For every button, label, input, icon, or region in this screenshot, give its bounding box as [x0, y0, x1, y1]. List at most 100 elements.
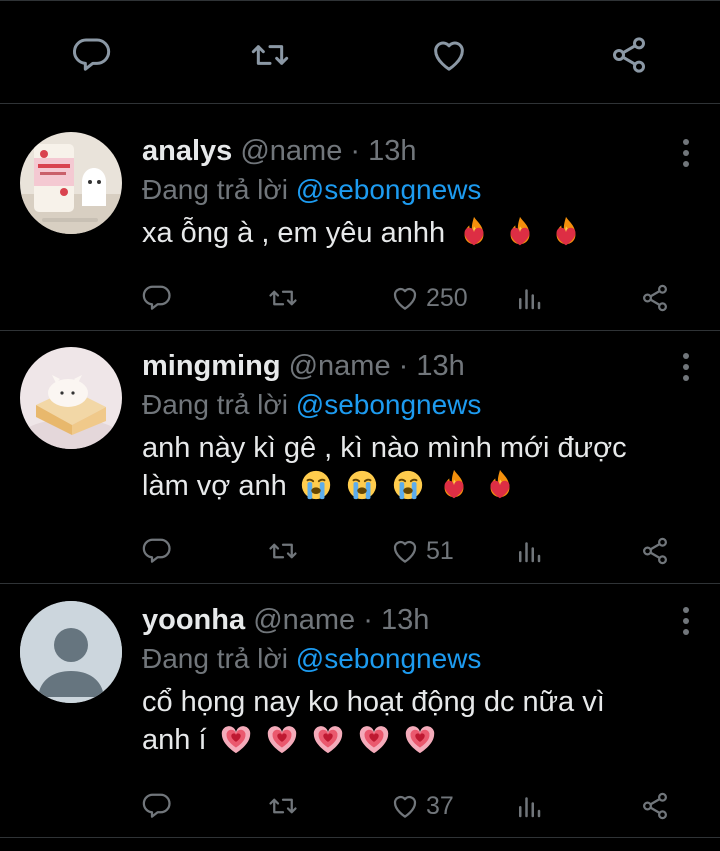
comment-icon: [142, 536, 172, 566]
heart-icon: [429, 35, 469, 75]
default-profile-icon: [20, 601, 122, 703]
growing-heart-emoji: [219, 722, 253, 756]
separator: ·: [363, 604, 373, 636]
like-button[interactable]: 250: [390, 280, 468, 316]
tweet-header: mingming @name · 13h: [142, 349, 690, 383]
share-button[interactable]: [640, 788, 670, 824]
replying-to-label: Đang trả lời: [142, 174, 288, 205]
reply-tweet[interactable]: yoonha @name · 13h Đang trả lời @sebongn…: [0, 584, 720, 838]
tweet-text-line-with-emoji: làm vợ anh: [142, 467, 690, 505]
like-count: 250: [426, 283, 468, 312]
avatar-image: [20, 132, 122, 234]
like-button[interactable]: 37: [390, 788, 454, 824]
tweet-text-line: cổ họng nay ko hoạt động dc nữa vì: [142, 686, 605, 718]
tweet-text: anh này kì gê , kì nào mình mới được làm…: [142, 429, 690, 505]
growing-heart-emoji: [357, 722, 391, 756]
heart-icon: [390, 791, 420, 821]
share-button[interactable]: [608, 34, 650, 76]
retweet-icon: [268, 791, 298, 821]
heart-on-fire-emoji: [483, 468, 517, 502]
heart-on-fire-emoji: [437, 468, 471, 502]
tweet-actions: 51: [142, 533, 682, 569]
share-icon: [640, 536, 670, 566]
loudly-crying-emoji: [299, 468, 333, 502]
retweet-button[interactable]: [268, 533, 298, 569]
analytics-button[interactable]: [514, 280, 544, 316]
like-button[interactable]: 51: [390, 533, 454, 569]
share-icon: [640, 791, 670, 821]
tweet-text-line: làm vợ anh: [142, 470, 287, 502]
replying-to-label: Đang trả lời: [142, 389, 288, 420]
loudly-crying-emoji: [345, 468, 379, 502]
retweet-icon: [250, 35, 290, 75]
comment-icon: [142, 791, 172, 821]
tweet-text: xa ỗng à , em yêu anhh: [142, 214, 690, 252]
separator: ·: [350, 135, 361, 167]
replying-to-label: Đang trả lời: [142, 643, 288, 674]
like-button[interactable]: [428, 34, 470, 76]
user-handle[interactable]: @name: [289, 350, 391, 382]
comment-icon: [142, 283, 172, 313]
avatar-image: [20, 347, 122, 449]
retweet-icon: [268, 283, 298, 313]
comment-icon: [72, 35, 112, 75]
mention-link[interactable]: @sebongnews: [296, 643, 482, 674]
replying-to: Đang trả lời @sebongnews: [142, 641, 690, 677]
tweet-text-line-with-emoji: anh í: [142, 721, 690, 759]
tweet-actions: 250: [142, 280, 682, 316]
separator: ·: [398, 350, 409, 382]
tweet-header: yoonha @name · 13h: [142, 603, 690, 637]
reply-button[interactable]: [71, 34, 113, 76]
timestamp[interactable]: 13h: [381, 604, 429, 636]
growing-heart-emoji: [311, 722, 345, 756]
retweet-button[interactable]: [268, 280, 298, 316]
user-handle[interactable]: @name: [240, 135, 342, 167]
analytics-icon: [514, 536, 544, 566]
share-icon: [640, 283, 670, 313]
heart-icon: [390, 283, 420, 313]
retweet-button[interactable]: [249, 34, 291, 76]
analytics-button[interactable]: [514, 788, 544, 824]
share-icon: [609, 35, 649, 75]
avatar[interactable]: [20, 132, 122, 234]
reply-button[interactable]: [142, 280, 172, 316]
analytics-button[interactable]: [514, 533, 544, 569]
like-count: 51: [426, 536, 454, 565]
growing-heart-emoji: [265, 722, 299, 756]
tweet-text: cổ họng nay ko hoạt động dc nữa vì anh í: [142, 683, 690, 759]
tweet-header: analys @name · 13h: [142, 134, 690, 168]
heart-on-fire-emoji: [503, 215, 537, 249]
retweet-button[interactable]: [268, 788, 298, 824]
heart-icon: [390, 536, 420, 566]
tweet-text-body: xa ỗng à , em yêu anhh: [142, 217, 446, 249]
tweet-actions: 37: [142, 788, 682, 824]
loudly-crying-emoji: [391, 468, 425, 502]
avatar[interactable]: [20, 347, 122, 449]
tweet-text-line: anh này kì gê , kì nào mình mới được: [142, 432, 627, 464]
analytics-icon: [514, 283, 544, 313]
heart-on-fire-emoji: [457, 215, 491, 249]
timestamp[interactable]: 13h: [368, 135, 416, 167]
parent-tweet-actions: [0, 0, 720, 104]
timestamp[interactable]: 13h: [416, 350, 464, 382]
tweet-text-line: anh í: [142, 724, 207, 756]
avatar[interactable]: [20, 601, 122, 703]
user-handle[interactable]: @name: [253, 604, 355, 636]
share-button[interactable]: [640, 280, 670, 316]
replying-to: Đang trả lời @sebongnews: [142, 172, 690, 208]
share-button[interactable]: [640, 533, 670, 569]
retweet-icon: [268, 536, 298, 566]
mention-link[interactable]: @sebongnews: [296, 174, 482, 205]
like-count: 37: [426, 791, 454, 820]
mention-link[interactable]: @sebongnews: [296, 389, 482, 420]
reply-tweet[interactable]: mingming @name · 13h Đang trả lời @sebon…: [0, 331, 720, 584]
reply-button[interactable]: [142, 788, 172, 824]
heart-on-fire-emoji: [549, 215, 583, 249]
reply-tweet[interactable]: analys @name · 13h Đang trả lời @sebongn…: [0, 104, 720, 331]
display-name[interactable]: analys: [142, 135, 232, 167]
display-name[interactable]: yoonha: [142, 604, 245, 636]
display-name[interactable]: mingming: [142, 350, 281, 382]
reply-button[interactable]: [142, 533, 172, 569]
replying-to: Đang trả lời @sebongnews: [142, 387, 690, 423]
growing-heart-emoji: [403, 722, 437, 756]
